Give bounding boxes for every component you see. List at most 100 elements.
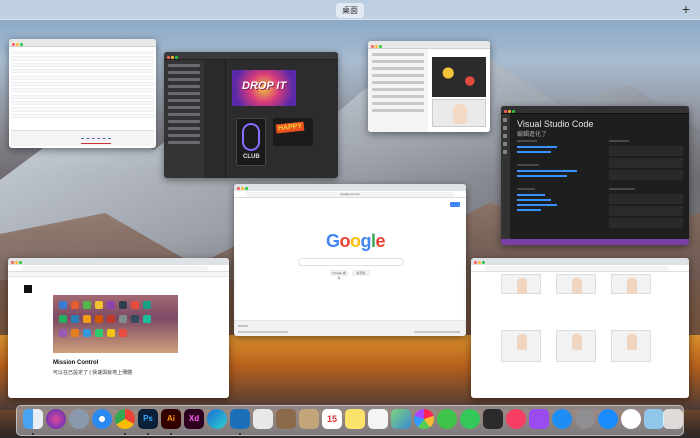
article-browser-window[interactable]: Mission Control 可以在已設定了 | 快速與就地上傳體 — [8, 258, 229, 398]
app-store-icon[interactable] — [552, 409, 572, 429]
debug-icon — [503, 142, 507, 146]
close-icon[interactable] — [12, 43, 15, 46]
photoshop-icon[interactable]: Ps — [138, 409, 158, 429]
git-icon — [503, 134, 507, 138]
close-icon[interactable] — [11, 261, 14, 264]
vscode-window[interactable]: Visual Studio Code 編輯進化了 — [501, 106, 689, 245]
reminders-icon[interactable] — [368, 409, 388, 429]
terminal-icon[interactable] — [483, 409, 503, 429]
google-logo: Google — [326, 231, 386, 251]
close-icon[interactable] — [371, 45, 374, 48]
status-bar — [501, 239, 689, 245]
gesture-illustration — [501, 330, 541, 362]
close-icon[interactable] — [237, 187, 240, 190]
zoom-icon[interactable] — [512, 110, 515, 113]
contacts-icon[interactable] — [299, 409, 319, 429]
facetime-icon[interactable] — [460, 409, 480, 429]
add-desktop-button[interactable]: + — [682, 1, 690, 17]
finder-icon[interactable] — [23, 409, 43, 429]
extensions-icon — [503, 150, 507, 154]
system-preferences-icon[interactable] — [575, 409, 595, 429]
zoom-icon[interactable] — [175, 56, 178, 59]
chrome-google-window[interactable]: google.com.tw Google Google 搜尋 好手氣 — [234, 184, 466, 336]
notes-book-icon[interactable] — [276, 409, 296, 429]
url-field[interactable]: google.com.tw — [246, 192, 454, 197]
folder-icon[interactable] — [644, 409, 664, 429]
club-logo: CLUB — [243, 154, 260, 160]
siri-icon[interactable] — [46, 409, 66, 429]
close-icon[interactable] — [474, 261, 477, 264]
activity-monitor-window[interactable] — [9, 39, 156, 148]
activity-monitor-icon[interactable] — [621, 409, 641, 429]
club-artwork[interactable]: CLUB — [236, 118, 266, 166]
zoom-icon[interactable] — [482, 261, 485, 264]
messages-icon[interactable] — [437, 409, 457, 429]
article-heading: Mission Control — [53, 360, 99, 366]
zoom-icon[interactable] — [19, 261, 22, 264]
minimize-icon[interactable] — [375, 45, 378, 48]
window-titlebar — [501, 106, 689, 114]
apple-support-window[interactable] — [471, 258, 689, 398]
gesture-illustration — [611, 274, 651, 294]
site-logo-icon — [24, 285, 32, 293]
close-icon[interactable] — [504, 110, 507, 113]
window-titlebar — [164, 52, 338, 60]
bookmarks-bar — [8, 272, 229, 277]
drop-it-artwork[interactable]: DROP IT — [232, 70, 296, 106]
minimize-icon[interactable] — [171, 56, 174, 59]
url-field[interactable] — [22, 266, 209, 271]
gesture-preview-video — [432, 57, 486, 97]
preview-icon[interactable] — [253, 409, 273, 429]
lucky-button[interactable]: 好手氣 — [352, 270, 370, 276]
zoom-icon[interactable] — [20, 43, 23, 46]
address-bar[interactable] — [8, 265, 229, 272]
welcome-subtitle: 編輯進化了 — [517, 132, 548, 138]
happy-hour-artwork[interactable]: HAPPY — [273, 118, 313, 146]
music-icon[interactable] — [506, 409, 526, 429]
maps-pin-icon[interactable] — [598, 409, 618, 429]
url-field[interactable] — [485, 266, 669, 271]
close-icon[interactable] — [167, 56, 170, 59]
address-bar[interactable]: google.com.tw — [234, 191, 466, 198]
zoom-icon[interactable] — [379, 45, 382, 48]
zoom-icon[interactable] — [245, 187, 248, 190]
dock: Ps Ai Xd 15 — [16, 405, 684, 436]
search-input[interactable] — [298, 258, 404, 266]
gesture-illustration — [556, 274, 596, 294]
google-footer — [234, 320, 466, 336]
launchpad-icon[interactable] — [69, 409, 89, 429]
xd-icon[interactable]: Xd — [184, 409, 204, 429]
photos-subsidebar — [204, 60, 226, 178]
books-icon[interactable] — [529, 409, 549, 429]
chrome-icon[interactable] — [115, 409, 135, 429]
desktop-space-label[interactable]: 桌面 — [336, 3, 364, 18]
gesture-list — [368, 49, 428, 132]
minimize-icon[interactable] — [508, 110, 511, 113]
tab-strip — [8, 258, 229, 265]
trash-icon[interactable] — [663, 409, 683, 429]
minimize-icon[interactable] — [478, 261, 481, 264]
photos-icon[interactable] — [414, 409, 434, 429]
article-body: 可以在已設定了 | 快速與就地上傳體 — [53, 370, 133, 376]
address-bar[interactable] — [471, 265, 689, 272]
edge-icon[interactable] — [207, 409, 227, 429]
safari-icon[interactable] — [92, 409, 112, 429]
tab-strip — [234, 184, 466, 191]
minimize-icon[interactable] — [15, 261, 18, 264]
happy-hour-logo: HAPPY — [275, 121, 305, 134]
vscode-icon[interactable] — [230, 409, 250, 429]
search-icon — [503, 126, 507, 130]
sign-in-button[interactable] — [450, 202, 460, 207]
minimize-icon[interactable] — [16, 43, 19, 46]
google-search-button[interactable]: Google 搜尋 — [330, 270, 348, 280]
minimize-icon[interactable] — [241, 187, 244, 190]
calendar-icon[interactable]: 15 — [322, 409, 342, 429]
photos-window[interactable]: DROP IT CLUB HAPPY — [164, 52, 338, 178]
illustrator-icon[interactable]: Ai — [161, 409, 181, 429]
activity-bar — [501, 114, 510, 239]
gesture-illustration — [611, 330, 651, 362]
maps-icon[interactable] — [391, 409, 411, 429]
notes-icon[interactable] — [345, 409, 365, 429]
cpu-graph — [11, 130, 154, 146]
system-preferences-window[interactable] — [368, 41, 490, 132]
